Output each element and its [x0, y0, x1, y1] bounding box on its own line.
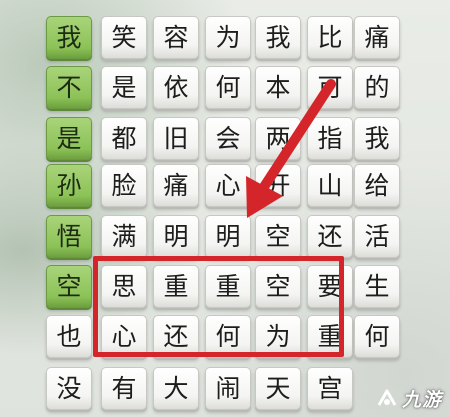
jiuyou-logo-icon	[377, 389, 397, 406]
char-tile-r7-c5[interactable]: 为	[255, 315, 301, 358]
char-tile-r8-c6[interactable]: 宫	[307, 367, 353, 410]
char-tile-r4-c6[interactable]: 山	[307, 164, 353, 207]
char-tile-r2-c1[interactable]: 不	[46, 66, 92, 109]
char-tile-r5-c5[interactable]: 空	[255, 215, 301, 258]
char-tile-r6-c1[interactable]: 空	[46, 265, 92, 308]
char-tile-r6-c2[interactable]: 思	[101, 265, 147, 308]
char-tile-r3-c2[interactable]: 都	[101, 117, 147, 160]
char-tile-r8-c5[interactable]: 天	[255, 367, 301, 410]
char-tile-r3-c1[interactable]: 是	[46, 117, 92, 160]
char-tile-r2-c4[interactable]: 何	[205, 66, 251, 109]
char-tile-r4-c1[interactable]: 孙	[46, 164, 92, 207]
char-tile-r3-c4[interactable]: 会	[205, 117, 251, 160]
char-tile-r1-c7[interactable]: 痛	[354, 16, 400, 59]
char-tile-r5-c6[interactable]: 还	[307, 215, 353, 258]
char-tile-r8-c4[interactable]: 闹	[205, 367, 251, 410]
char-tile-r6-c4[interactable]: 重	[205, 265, 251, 308]
char-tile-r7-c4[interactable]: 何	[205, 315, 251, 358]
char-tile-r6-c3[interactable]: 重	[153, 265, 199, 308]
char-tile-r3-c5[interactable]: 两	[255, 117, 301, 160]
char-tile-r1-c3[interactable]: 容	[153, 16, 199, 59]
char-tile-r5-c1[interactable]: 悟	[46, 215, 92, 258]
char-tile-r7-c1[interactable]: 也	[46, 315, 92, 358]
char-tile-r6-c6[interactable]: 要	[307, 265, 353, 308]
char-tile-r2-c5[interactable]: 本	[255, 66, 301, 109]
char-tile-r8-c1[interactable]: 没	[46, 367, 92, 410]
char-tile-r4-c2[interactable]: 脸	[101, 164, 147, 207]
char-tile-r3-c3[interactable]: 旧	[153, 117, 199, 160]
char-tile-r4-c5[interactable]: 开	[255, 164, 301, 207]
char-tile-r7-c3[interactable]: 还	[153, 315, 199, 358]
char-tile-r3-c6[interactable]: 指	[307, 117, 353, 160]
char-tile-r7-c2[interactable]: 心	[101, 315, 147, 358]
char-tile-r3-c7[interactable]: 我	[354, 117, 400, 160]
character-grid: 我笑容为我比痛不是依何本可的是都旧会两指我孙脸痛心开山给悟满明明空还活空思重重空…	[0, 0, 450, 417]
char-tile-r2-c7[interactable]: 的	[354, 66, 400, 109]
char-tile-r4-c7[interactable]: 给	[354, 164, 400, 207]
char-tile-r1-c4[interactable]: 为	[205, 16, 251, 59]
char-tile-r2-c3[interactable]: 依	[153, 66, 199, 109]
char-tile-r8-c2[interactable]: 有	[101, 367, 147, 410]
char-tile-r5-c7[interactable]: 活	[354, 215, 400, 258]
char-tile-r7-c6[interactable]: 重	[307, 315, 353, 358]
char-tile-r1-c2[interactable]: 笑	[101, 16, 147, 59]
char-tile-r4-c4[interactable]: 心	[205, 164, 251, 207]
char-tile-r2-c6[interactable]: 可	[307, 66, 353, 109]
watermark-text: 九游	[401, 389, 442, 411]
char-tile-r8-c3[interactable]: 大	[153, 367, 199, 410]
char-tile-r5-c2[interactable]: 满	[101, 215, 147, 258]
char-tile-r1-c6[interactable]: 比	[307, 16, 353, 59]
char-tile-r1-c5[interactable]: 我	[255, 16, 301, 59]
char-tile-r5-c3[interactable]: 明	[153, 215, 199, 258]
char-tile-r4-c3[interactable]: 痛	[153, 164, 199, 207]
char-tile-r1-c1[interactable]: 我	[46, 16, 92, 59]
char-tile-r5-c4[interactable]: 明	[205, 215, 251, 258]
watermark: 九游	[375, 385, 442, 412]
char-tile-r7-c7[interactable]: 何	[354, 315, 400, 358]
char-tile-r6-c7[interactable]: 生	[354, 265, 400, 308]
char-tile-r2-c2[interactable]: 是	[101, 66, 147, 109]
char-tile-r6-c5[interactable]: 空	[255, 265, 301, 308]
